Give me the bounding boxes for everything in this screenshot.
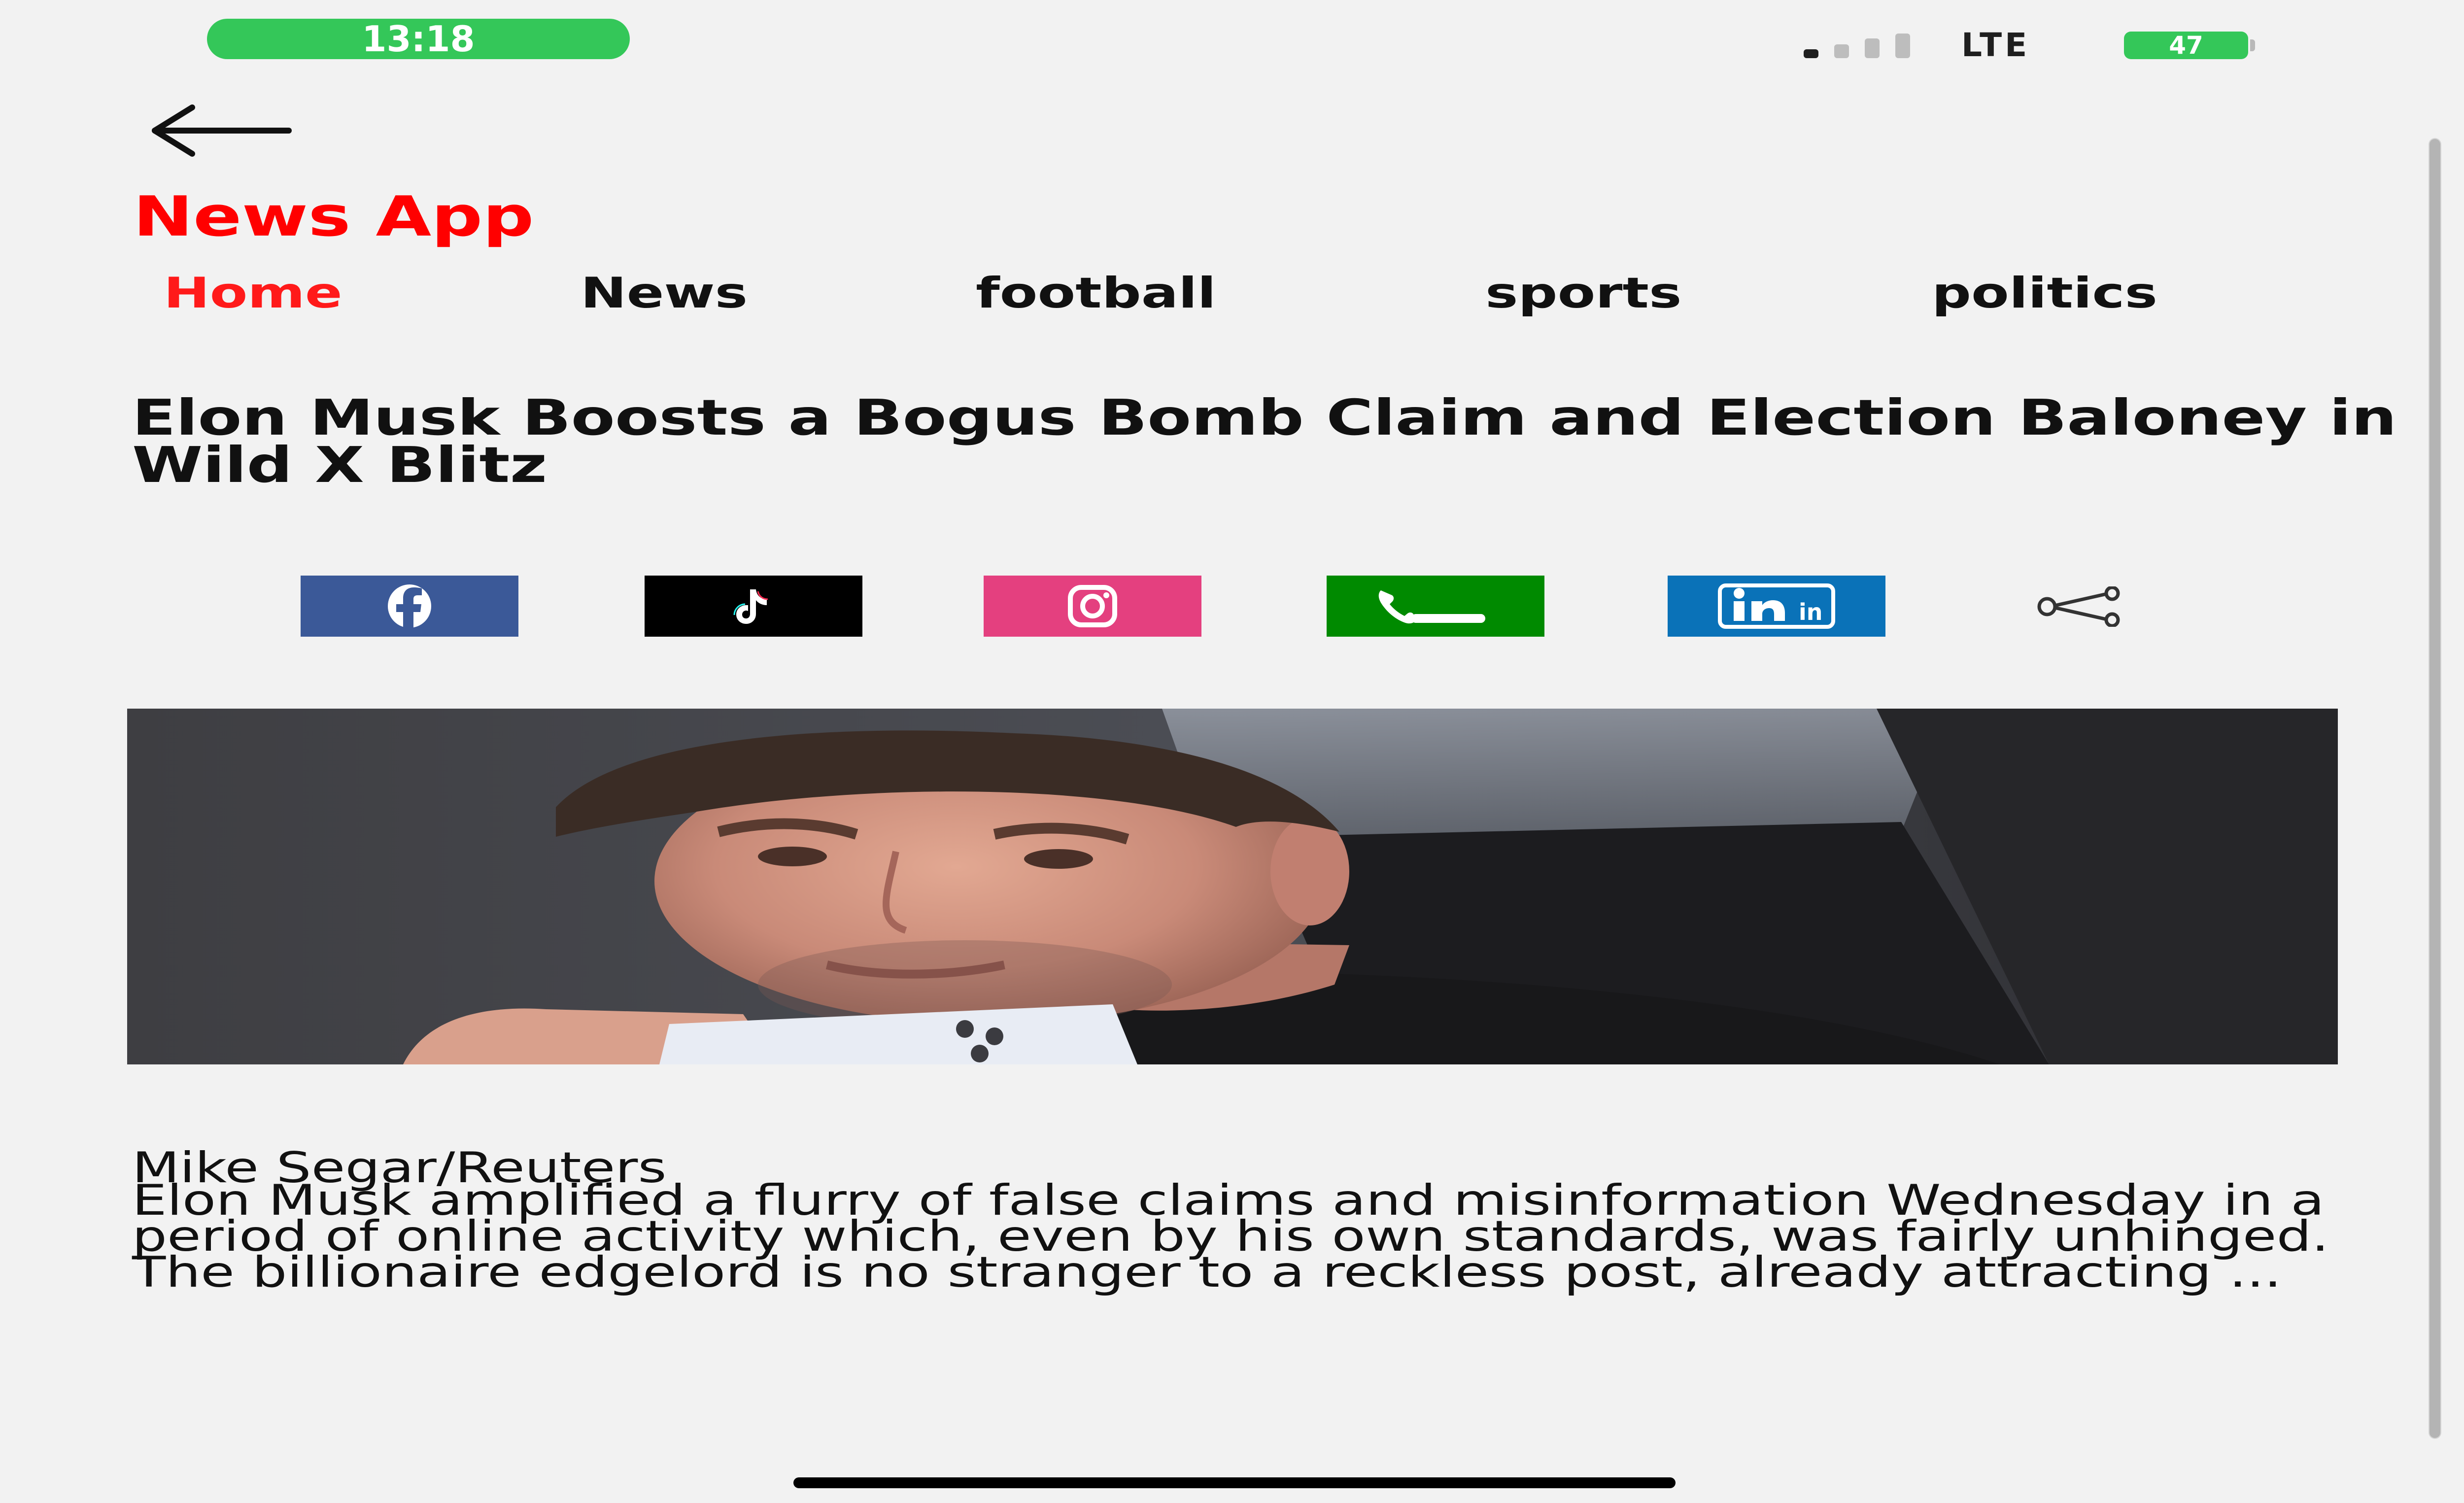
status-time: 13:18 xyxy=(207,19,630,59)
tiktok-icon xyxy=(645,576,862,637)
tab-sports[interactable]: sports xyxy=(1485,266,1682,320)
battery-cap xyxy=(2250,39,2255,51)
signal-strength-icon xyxy=(1804,34,1910,58)
phone-share-button[interactable] xyxy=(1327,576,1544,637)
facebook-icon xyxy=(301,576,518,637)
share-more-button[interactable] xyxy=(2030,585,2129,628)
battery-level: 47 xyxy=(2169,31,2203,60)
scrollbar-thumb[interactable] xyxy=(2430,139,2440,1438)
article-body: Elon Musk amplified a flurry of false cl… xyxy=(132,1176,2329,1297)
phone-icon xyxy=(1327,576,1544,637)
battery-indicator: 47 xyxy=(2124,32,2248,59)
article-image xyxy=(127,709,2338,1064)
svg-text:in: in xyxy=(1799,599,1823,625)
instagram-share-button[interactable] xyxy=(984,576,1201,637)
share-icon xyxy=(2037,585,2120,628)
article-headline: Elon Musk Boosts a Bogus Bomb Claim and … xyxy=(132,389,2397,494)
back-button[interactable] xyxy=(148,103,296,158)
network-type: LTE xyxy=(1961,26,2030,64)
tab-news[interactable]: News xyxy=(581,266,748,320)
home-indicator[interactable] xyxy=(793,1477,1676,1488)
tab-home[interactable]: Home xyxy=(164,266,342,320)
linkedin-share-button[interactable]: in xyxy=(1668,576,1885,637)
facebook-share-button[interactable] xyxy=(301,576,518,637)
arrow-left-icon xyxy=(152,104,292,157)
app-title: News App xyxy=(133,185,534,249)
tab-politics[interactable]: politics xyxy=(1932,266,2157,320)
linkedin-icon: in xyxy=(1668,576,1885,637)
tab-football[interactable]: football xyxy=(976,266,1216,320)
article-photo xyxy=(127,709,2338,1064)
instagram-icon xyxy=(984,576,1201,637)
tiktok-share-button[interactable] xyxy=(645,576,862,637)
news-app-screen: 13:18 LTE 47 News App Home News football… xyxy=(0,0,2464,1503)
